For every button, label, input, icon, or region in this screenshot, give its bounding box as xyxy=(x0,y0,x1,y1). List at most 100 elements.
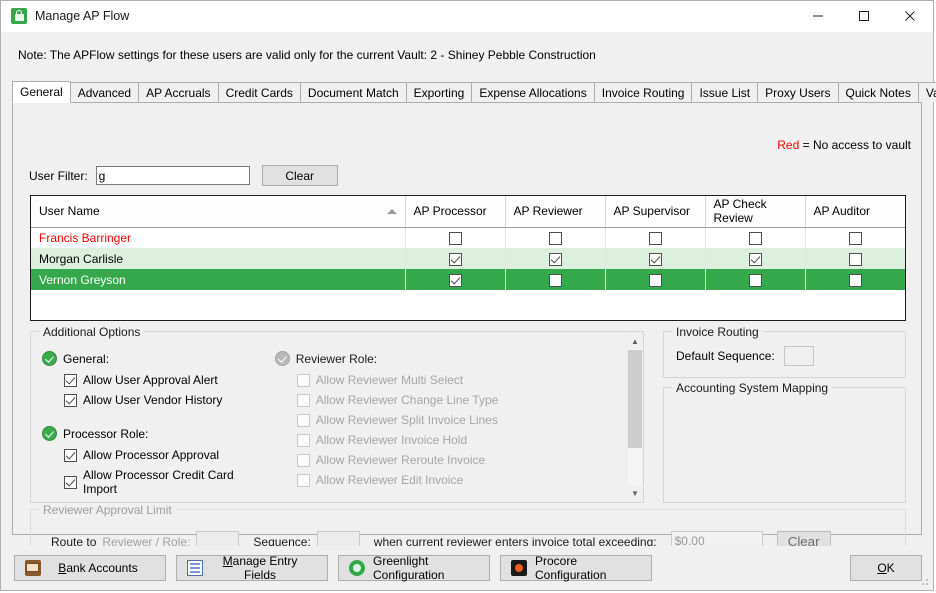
table-row[interactable]: Morgan Carlisle xyxy=(31,248,905,269)
cell-user-name: Morgan Carlisle xyxy=(31,248,406,269)
sort-ascending-icon xyxy=(386,209,397,214)
general-enabled-icon xyxy=(42,351,57,366)
tab-issue-list[interactable]: Issue List xyxy=(691,82,759,102)
scrollbar-thumb[interactable] xyxy=(628,350,642,448)
user-filter-input[interactable] xyxy=(95,166,250,185)
checkbox-ap-reviewer[interactable] xyxy=(548,273,562,287)
tab-credit-cards[interactable]: Credit Cards xyxy=(217,82,301,102)
column-header-ap-processor[interactable]: AP Processor xyxy=(405,196,506,228)
tab-ap-accruals[interactable]: AP Accruals xyxy=(138,82,219,102)
checkbox-ap-processor[interactable] xyxy=(448,252,462,266)
default-sequence-field[interactable] xyxy=(783,346,814,366)
option-allow-user-vendor-history[interactable]: Allow User Vendor History xyxy=(64,393,265,407)
user-filter-row: User Filter: Clear xyxy=(29,165,338,186)
additional-options-scrollbar[interactable]: ▲ ▼ xyxy=(627,333,642,501)
column-header-ap-supervisor[interactable]: AP Supervisor xyxy=(605,196,706,228)
bank-book-icon xyxy=(25,560,41,576)
procore-logo-icon xyxy=(511,560,527,576)
option-allow-user-approval-alert[interactable]: Allow User Approval Alert xyxy=(64,373,265,387)
checkbox-ap-supervisor[interactable] xyxy=(648,273,662,287)
close-icon[interactable] xyxy=(887,1,933,31)
cell-ap-processor[interactable] xyxy=(405,227,506,248)
checkbox-ap-reviewer[interactable] xyxy=(548,252,562,266)
table-row[interactable]: Francis Barringer xyxy=(31,227,905,248)
tab-general[interactable]: General xyxy=(12,81,71,103)
minimize-icon[interactable] xyxy=(795,1,841,31)
reviewer-role-disabled-icon xyxy=(274,351,290,366)
checkbox-allow-user-vendor-history[interactable] xyxy=(64,393,77,407)
maximize-icon[interactable] xyxy=(841,1,887,31)
cell-ap-processor[interactable] xyxy=(405,269,506,290)
cell-ap-supervisor[interactable] xyxy=(605,248,706,269)
cell-ap-auditor[interactable] xyxy=(805,227,905,248)
option-label: Allow Reviewer Change Line Type xyxy=(315,393,499,407)
checkbox-ap-check-review[interactable] xyxy=(748,231,762,245)
checkbox-ap-auditor[interactable] xyxy=(848,231,862,245)
cell-ap-check-review[interactable] xyxy=(705,269,806,290)
cell-ap-reviewer[interactable] xyxy=(505,227,606,248)
option-allow-processor-approval[interactable]: Allow Processor Approval xyxy=(64,448,265,462)
checkbox-ap-processor[interactable] xyxy=(448,231,462,245)
clear-filter-button[interactable]: Clear xyxy=(261,165,338,186)
checkbox-ap-auditor[interactable] xyxy=(848,252,862,266)
cell-ap-check-review[interactable] xyxy=(705,227,806,248)
tab-expense-allocations[interactable]: Expense Allocations xyxy=(471,82,595,102)
vault-access-legend: Red = No access to vault xyxy=(777,138,911,152)
checkbox-allow-reviewer-reroute-invoice xyxy=(296,453,310,467)
processor-role-enabled-icon xyxy=(42,426,57,441)
option-label: Allow User Vendor History xyxy=(83,393,223,407)
column-header-ap-auditor[interactable]: AP Auditor xyxy=(805,196,905,228)
option-label: Allow User Approval Alert xyxy=(83,373,218,387)
option-allow-processor-credit-card-import[interactable]: Allow Processor Credit Card Import xyxy=(64,468,265,496)
accounting-system-mapping-caption: Accounting System Mapping xyxy=(672,381,833,395)
scroll-down-icon[interactable]: ▼ xyxy=(628,485,642,501)
ok-label: OK xyxy=(877,561,895,575)
checkbox-allow-user-approval-alert[interactable] xyxy=(64,373,77,387)
invoice-routing-caption: Invoice Routing xyxy=(672,325,763,339)
cell-ap-auditor[interactable] xyxy=(805,269,905,290)
checkbox-ap-processor[interactable] xyxy=(448,273,462,287)
checkbox-ap-reviewer[interactable] xyxy=(548,231,562,245)
resize-grip-icon[interactable] xyxy=(920,577,930,587)
option-allow-reviewer-invoice-hold: Allow Reviewer Invoice Hold xyxy=(296,433,628,447)
checkbox-allow-processor-credit-card-import[interactable] xyxy=(64,475,77,489)
bank-accounts-button[interactable]: Bank Accounts xyxy=(14,555,166,581)
tab-page-general: Red = No access to vault User Filter: Cl… xyxy=(12,103,922,569)
procore-configuration-button[interactable]: Procore Configuration xyxy=(500,554,652,582)
scroll-up-icon[interactable]: ▲ xyxy=(628,333,642,349)
reviewer-role-header: Reviewer Role: xyxy=(274,351,628,366)
table-row[interactable]: Vernon Greyson xyxy=(31,269,905,290)
column-header-user-name[interactable]: User Name xyxy=(31,196,406,228)
cell-ap-supervisor[interactable] xyxy=(605,269,706,290)
manage-entry-fields-button[interactable]: Manage Entry Fields xyxy=(176,554,328,582)
option-label: Allow Processor Approval xyxy=(83,448,220,462)
tab-strip: General Advanced AP Accruals Credit Card… xyxy=(12,81,936,103)
checkbox-ap-supervisor[interactable] xyxy=(648,252,662,266)
tab-advanced[interactable]: Advanced xyxy=(69,82,140,102)
column-header-ap-check-review[interactable]: AP Check Review xyxy=(705,196,806,228)
checkbox-ap-check-review[interactable] xyxy=(748,273,762,287)
tab-invoice-routing[interactable]: Invoice Routing xyxy=(593,82,693,102)
greenlight-configuration-button[interactable]: Greenlight Configuration xyxy=(338,554,490,582)
cell-ap-auditor[interactable] xyxy=(805,248,905,269)
checkbox-ap-auditor[interactable] xyxy=(848,273,862,287)
cell-ap-processor[interactable] xyxy=(405,248,506,269)
checkbox-allow-processor-approval[interactable] xyxy=(64,448,77,462)
user-permissions-grid[interactable]: User Name AP Processor AP Reviewer AP Su… xyxy=(30,195,906,321)
cell-ap-reviewer[interactable] xyxy=(505,269,606,290)
cell-ap-check-review[interactable] xyxy=(705,248,806,269)
column-header-ap-reviewer[interactable]: AP Reviewer xyxy=(505,196,606,228)
processor-role-header: Processor Role: xyxy=(42,426,265,441)
cell-ap-supervisor[interactable] xyxy=(605,227,706,248)
cell-ap-reviewer[interactable] xyxy=(505,248,606,269)
checkbox-ap-supervisor[interactable] xyxy=(648,231,662,245)
tab-document-match[interactable]: Document Match xyxy=(299,82,407,102)
legend-red-word: Red xyxy=(777,138,800,152)
tab-exporting[interactable]: Exporting xyxy=(405,82,473,102)
tab-validation[interactable]: Validation xyxy=(917,82,936,102)
checkbox-ap-check-review[interactable] xyxy=(748,252,762,266)
tab-quick-notes[interactable]: Quick Notes xyxy=(837,82,919,102)
tab-proxy-users[interactable]: Proxy Users xyxy=(757,82,839,102)
ok-button[interactable]: OK xyxy=(850,555,922,581)
manage-ap-flow-window: Manage AP Flow Note: The APFlow settings… xyxy=(0,0,936,591)
